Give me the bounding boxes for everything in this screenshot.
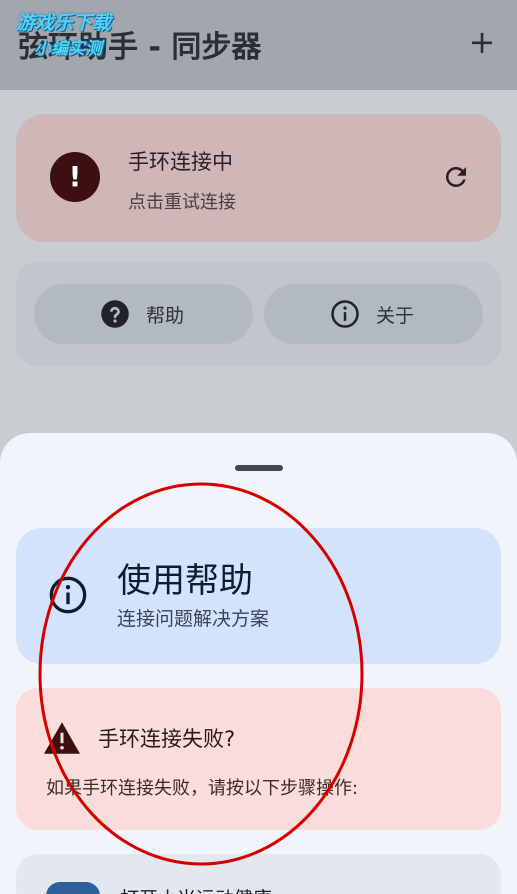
info-icon [331, 300, 359, 328]
refresh-icon[interactable] [441, 162, 471, 192]
add-button[interactable]: + [467, 24, 497, 60]
question-icon [101, 300, 129, 328]
failed-title: 手环连接失败? [98, 727, 236, 751]
status-title: 手环连接中 [128, 150, 233, 174]
actions-panel: 帮助 关于 [16, 262, 501, 366]
help-subtitle: 连接问题解决方案 [117, 608, 270, 630]
status-subtitle: 点击重试连接 [128, 192, 236, 213]
failed-instructions: 如果手环连接失败，请按以下步骤操作: [46, 778, 359, 799]
watermark-line2: 小编实测 [34, 39, 102, 59]
connection-status-card[interactable]: ! 手环连接中 点击重试连接 [16, 114, 501, 242]
help-button[interactable]: 帮助 [34, 284, 253, 344]
watermark: 游戏乐下载 小编实测 [16, 8, 146, 64]
drag-handle[interactable] [235, 465, 283, 471]
info-icon [49, 576, 87, 614]
help-bottom-sheet: 使用帮助 连接问题解决方案 手环连接失败? 如果手环连接失败，请按以下步骤操作:… [0, 433, 517, 894]
help-card: 使用帮助 连接问题解决方案 [16, 528, 501, 664]
about-button[interactable]: 关于 [264, 284, 483, 344]
connection-failed-card: 手环连接失败? 如果手环连接失败，请按以下步骤操作: [16, 688, 501, 830]
step-card[interactable]: 打开小米运动健康 [16, 854, 501, 894]
about-button-label: 关于 [376, 305, 415, 327]
watermark-line1: 游戏乐下载 [16, 12, 112, 34]
app-bar: 弦环助手 - 同步器 + 游戏乐下载 小编实测 [0, 0, 517, 90]
warning-icon [44, 722, 80, 754]
error-icon: ! [50, 152, 100, 202]
app-icon [46, 882, 100, 894]
step-title: 打开小米运动健康 [120, 884, 272, 894]
help-button-label: 帮助 [146, 305, 185, 327]
help-title: 使用帮助 [117, 561, 253, 601]
